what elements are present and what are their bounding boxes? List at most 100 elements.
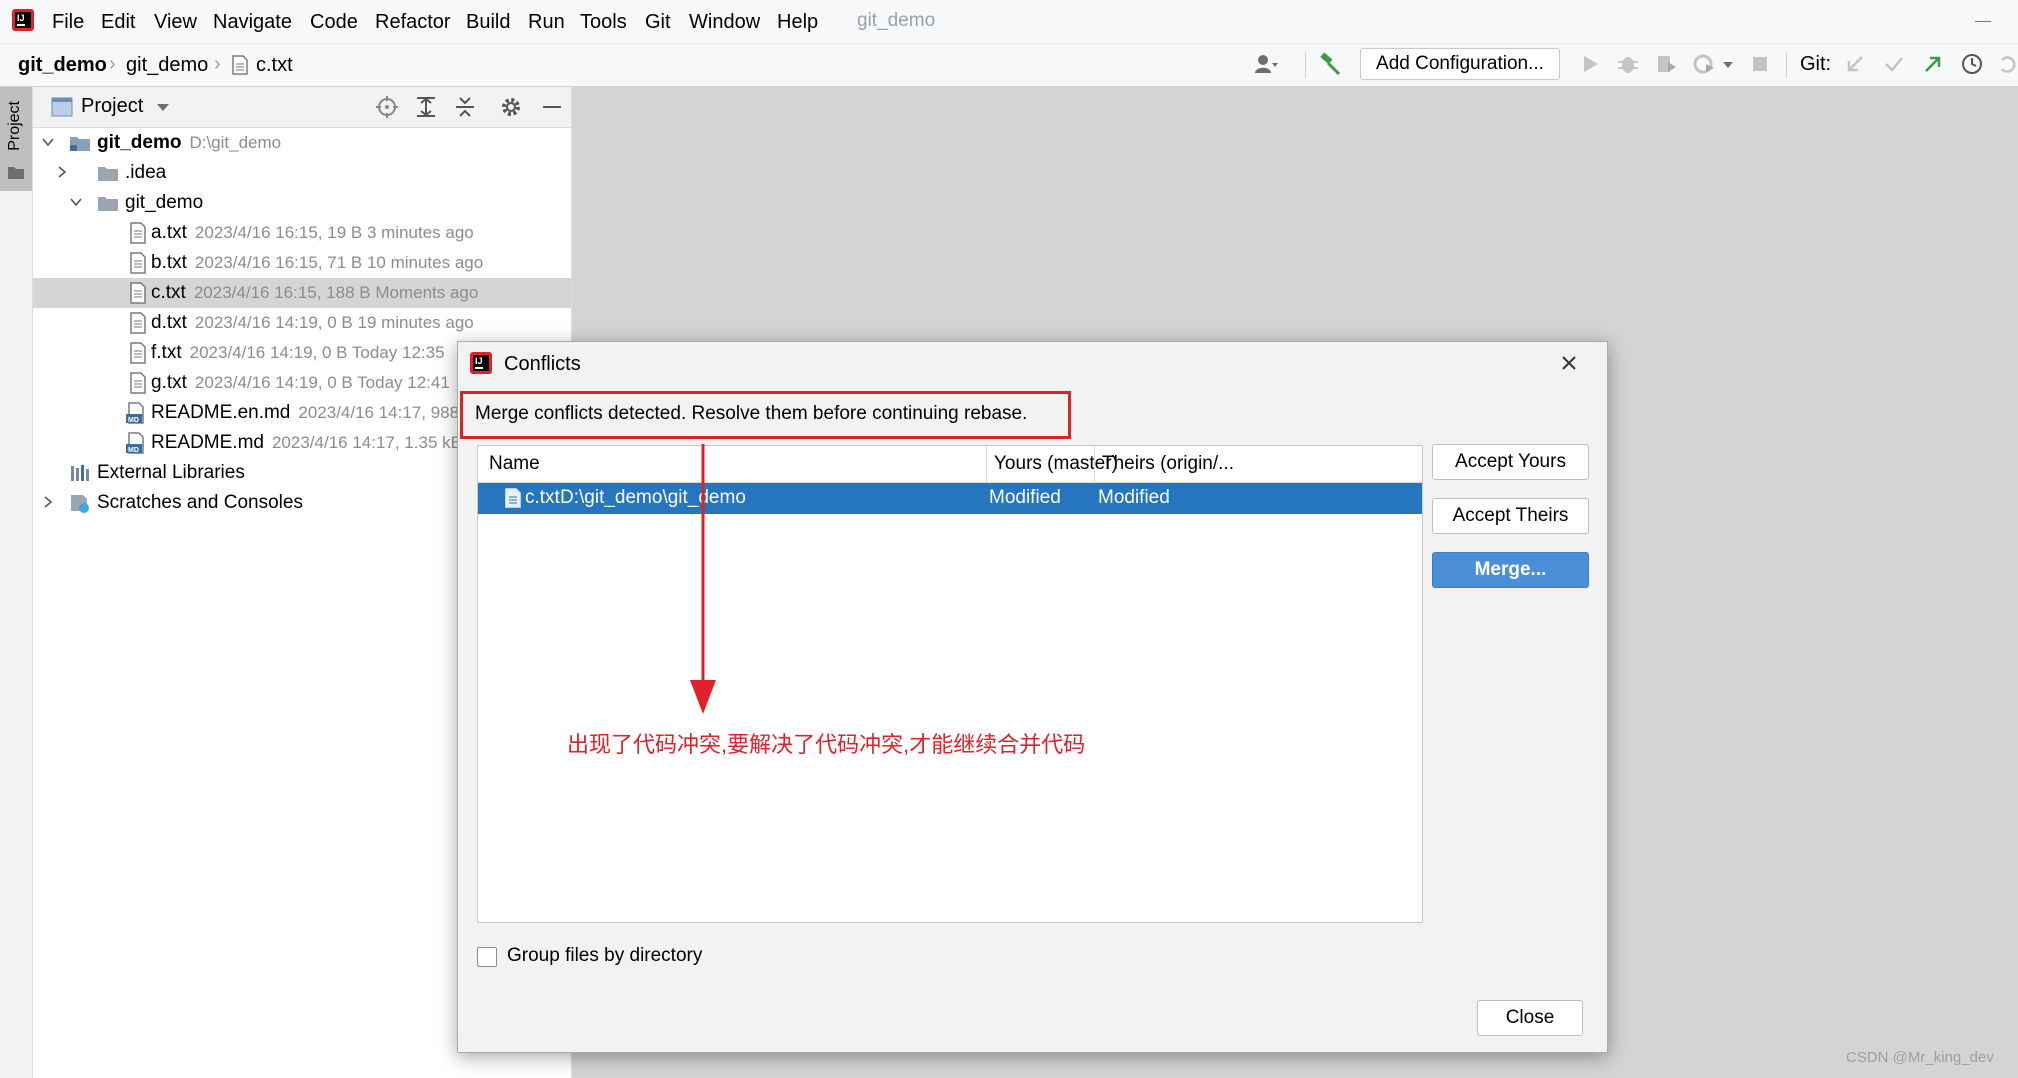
- menu-window[interactable]: Window: [689, 10, 760, 34]
- close-button[interactable]: Close: [1477, 1000, 1583, 1036]
- git-push-icon[interactable]: [1921, 52, 1945, 76]
- breadcrumb-folder[interactable]: git_demo: [126, 53, 208, 77]
- column-separator[interactable]: [986, 446, 987, 482]
- menu-code[interactable]: Code: [310, 10, 358, 34]
- expand-all-icon[interactable]: [414, 95, 438, 119]
- git-history-icon[interactable]: [1960, 52, 1984, 76]
- folder-icon: [8, 167, 24, 179]
- tree-row-idea[interactable]: .idea: [33, 158, 571, 188]
- breadcrumb-project[interactable]: git_demo: [18, 53, 107, 77]
- menu-build[interactable]: Build: [466, 10, 510, 34]
- tree-item-label: README.en.md 2023/4/16 14:17, 988: [151, 402, 460, 423]
- svg-text:IJ: IJ: [17, 13, 25, 23]
- locate-icon[interactable]: [375, 95, 399, 119]
- chevron-down-icon[interactable]: [155, 95, 171, 119]
- toolbar-separator: [1305, 52, 1306, 78]
- breadcrumb-file[interactable]: c.txt: [256, 53, 293, 77]
- tree-row-file-selected[interactable]: c.txt 2023/4/16 16:15, 188 B Moments ago: [33, 278, 571, 308]
- menu-navigate[interactable]: Navigate: [213, 10, 292, 34]
- chevron-right-icon[interactable]: [41, 495, 55, 509]
- row-file-name: c.txt: [525, 487, 560, 508]
- menu-refactor[interactable]: Refactor: [375, 10, 451, 34]
- minimize-icon[interactable]: [1975, 21, 1991, 22]
- chevron-down-icon[interactable]: [69, 195, 83, 209]
- gear-icon[interactable]: [499, 95, 523, 119]
- debug-icon[interactable]: [1616, 52, 1640, 76]
- breadcrumb-separator: ›: [109, 53, 116, 75]
- folder-icon: [98, 167, 118, 181]
- svg-text:MD: MD: [128, 447, 139, 454]
- stop-icon[interactable]: [1748, 52, 1772, 76]
- column-header-theirs[interactable]: Theirs (origin/...: [1102, 453, 1234, 475]
- tree-item-label: README.md 2023/4/16 14:17, 1.35 kB: [151, 432, 462, 453]
- tree-row-file[interactable]: a.txt 2023/4/16 16:15, 19 B 3 minutes ago: [33, 218, 571, 248]
- project-panel-title[interactable]: Project: [81, 95, 143, 118]
- tree-item-label: a.txt 2023/4/16 16:15, 19 B 3 minutes ago: [151, 222, 474, 243]
- project-tool-tab[interactable]: Project: [0, 87, 32, 191]
- tree-item-label: c.txt 2023/4/16 16:15, 188 B Moments ago: [151, 282, 479, 303]
- row-theirs-status: Modified: [1098, 487, 1170, 508]
- scratches-icon: [71, 495, 89, 513]
- group-by-directory-checkbox[interactable]: [477, 947, 497, 967]
- column-header-yours[interactable]: Yours (master): [994, 453, 1118, 475]
- menu-run[interactable]: Run: [528, 10, 565, 34]
- column-separator[interactable]: [1094, 446, 1095, 482]
- menu-bar: IJ File Edit View Navigate Code Refactor…: [0, 0, 2018, 44]
- merge-button[interactable]: Merge...: [1432, 552, 1589, 588]
- intellij-logo-icon: IJ: [12, 9, 34, 31]
- table-header: Name Yours (master) Theirs (origin/...: [478, 446, 1422, 483]
- git-rollback-icon[interactable]: [1998, 52, 2016, 76]
- tree-row-file[interactable]: b.txt 2023/4/16 16:15, 71 B 10 minutes ag…: [33, 248, 571, 278]
- row-file-path: D:\git_demo\git_demo: [560, 487, 746, 508]
- coverage-icon[interactable]: [1654, 52, 1678, 76]
- tree-item-label: External Libraries: [97, 462, 245, 483]
- close-icon[interactable]: [1556, 350, 1582, 376]
- menu-tools[interactable]: Tools: [580, 10, 627, 34]
- tree-row-git-demo-folder[interactable]: git_demo: [33, 188, 571, 218]
- text-file-icon: [130, 342, 146, 364]
- menu-edit[interactable]: Edit: [101, 10, 135, 34]
- git-update-icon[interactable]: [1843, 52, 1867, 76]
- chevron-down-icon[interactable]: [41, 135, 55, 149]
- text-file-icon: [130, 222, 146, 244]
- column-header-name[interactable]: Name: [489, 453, 540, 475]
- menu-view[interactable]: View: [154, 10, 197, 34]
- hide-panel-icon[interactable]: [543, 106, 561, 108]
- watermark: CSDN @Mr_king_dev: [1846, 1049, 1994, 1066]
- dialog-title: Conflicts: [504, 353, 581, 375]
- tree-row-root[interactable]: git_demo D:\git_demo: [33, 128, 571, 158]
- markdown-file-icon: MD: [126, 402, 144, 424]
- annotation-highlight-box: Merge conflicts detected. Resolve them b…: [460, 391, 1071, 439]
- tool-window-stripe: Project: [0, 87, 33, 1078]
- run-icon[interactable]: [1578, 52, 1602, 76]
- table-row[interactable]: c.txt D:\git_demo\git_demo Modified Modi…: [478, 483, 1422, 514]
- project-tool-tab-label: Project: [6, 101, 23, 151]
- add-configuration-button[interactable]: Add Configuration...: [1360, 48, 1560, 80]
- folder-icon: [98, 197, 118, 211]
- conflicts-table[interactable]: Name Yours (master) Theirs (origin/... c…: [477, 445, 1423, 923]
- build-hammer-icon[interactable]: [1318, 52, 1342, 76]
- annotation-text: 出现了代码冲突,要解决了代码冲突,才能继续合并代码: [567, 732, 1086, 757]
- user-icon[interactable]: [1254, 52, 1278, 76]
- text-file-icon: [130, 252, 146, 274]
- profile-icon[interactable]: [1692, 52, 1716, 76]
- menu-help[interactable]: Help: [777, 10, 818, 34]
- accept-yours-button[interactable]: Accept Yours: [1432, 444, 1589, 480]
- group-by-directory-label: Group files by directory: [507, 945, 703, 966]
- git-commit-icon[interactable]: [1882, 52, 1906, 76]
- collapse-all-icon[interactable]: [453, 95, 477, 119]
- accept-theirs-button[interactable]: Accept Theirs: [1432, 498, 1589, 534]
- tree-row-file[interactable]: d.txt 2023/4/16 14:19, 0 B 19 minutes ago: [33, 308, 571, 338]
- git-label: Git:: [1800, 53, 1832, 75]
- tree-item-label: f.txt 2023/4/16 14:19, 0 B Today 12:35: [151, 342, 445, 363]
- tree-item-label: b.txt 2023/4/16 16:15, 71 B 10 minutes ag…: [151, 252, 484, 273]
- text-file-icon: [130, 312, 146, 334]
- chevron-right-icon[interactable]: [55, 165, 69, 179]
- menu-git[interactable]: Git: [645, 10, 671, 34]
- library-icon: [71, 465, 89, 481]
- chevron-down-icon[interactable]: [1720, 52, 1736, 76]
- tree-item-label: d.txt 2023/4/16 14:19, 0 B 19 minutes ago: [151, 312, 474, 333]
- conflict-message: Merge conflicts detected. Resolve them b…: [475, 403, 1028, 424]
- menu-file[interactable]: File: [52, 10, 84, 34]
- file-icon: [232, 55, 248, 75]
